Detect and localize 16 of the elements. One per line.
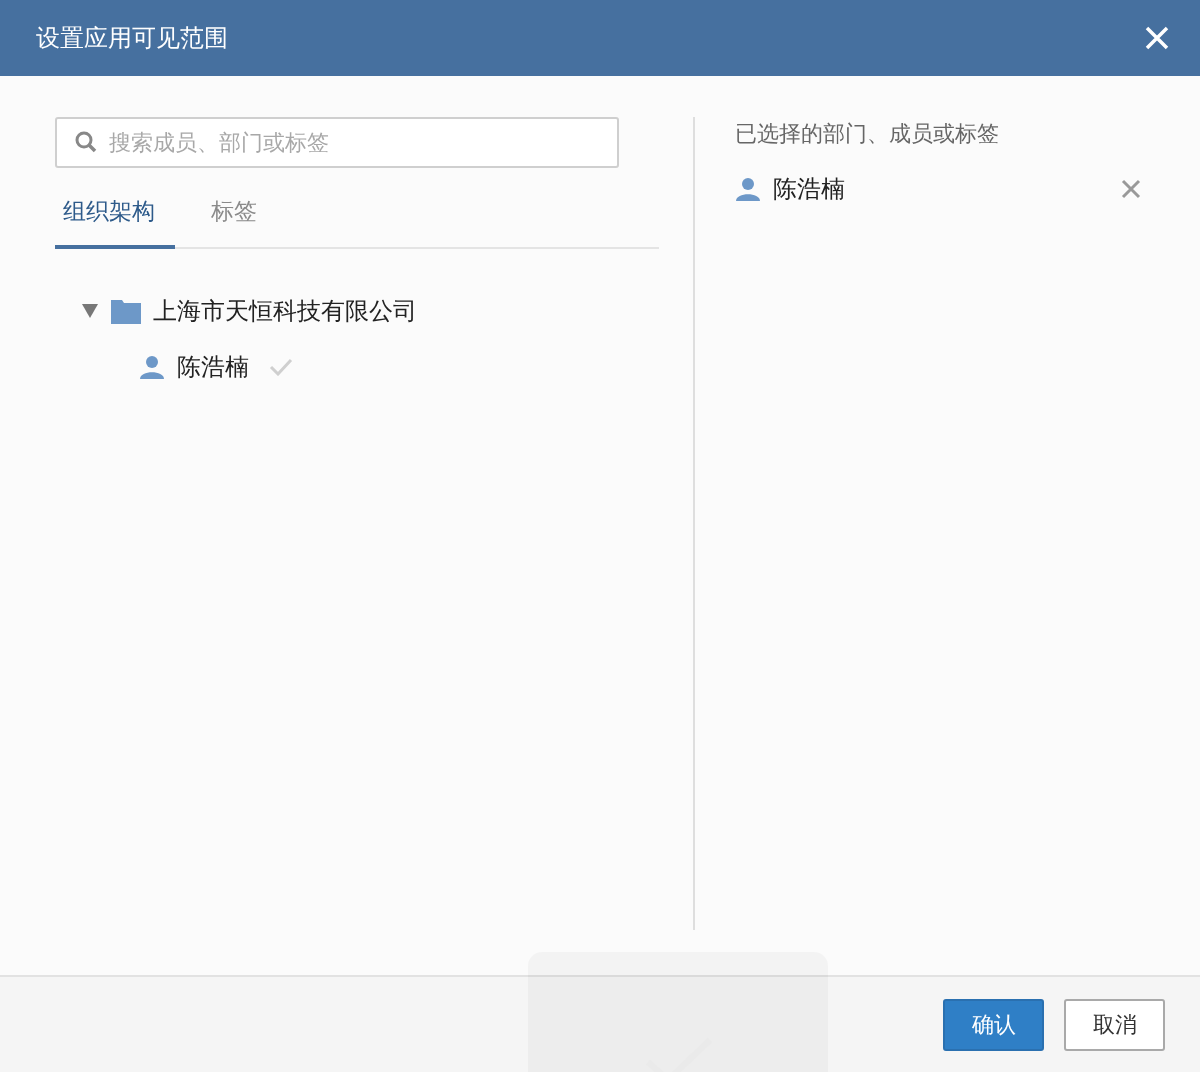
person-icon — [735, 177, 761, 201]
person-icon — [139, 355, 165, 379]
member-name[interactable]: 陈浩楠 — [177, 351, 249, 383]
search-field[interactable]: 搜索成员、部门或标签 — [55, 117, 619, 168]
expanded-triangle-icon[interactable] — [81, 303, 99, 319]
tab[interactable]: 组织架构 — [55, 188, 175, 249]
selected-member-name: 陈浩楠 — [773, 174, 845, 205]
confirm-button[interactable]: 确认 — [943, 998, 1044, 1051]
search-icon — [75, 131, 97, 153]
dialog-title: 设置应用可见范围 — [36, 23, 228, 54]
folder-icon — [111, 298, 141, 324]
selected-panel-title: 已选择的部门、成员或标签 — [735, 120, 1000, 148]
close-button[interactable] — [1144, 25, 1170, 51]
cancel-button[interactable]: 取消 — [1064, 998, 1165, 1051]
department-name[interactable]: 上海市天恒科技有限公司 — [153, 295, 417, 327]
remove-button[interactable] — [1120, 178, 1142, 200]
